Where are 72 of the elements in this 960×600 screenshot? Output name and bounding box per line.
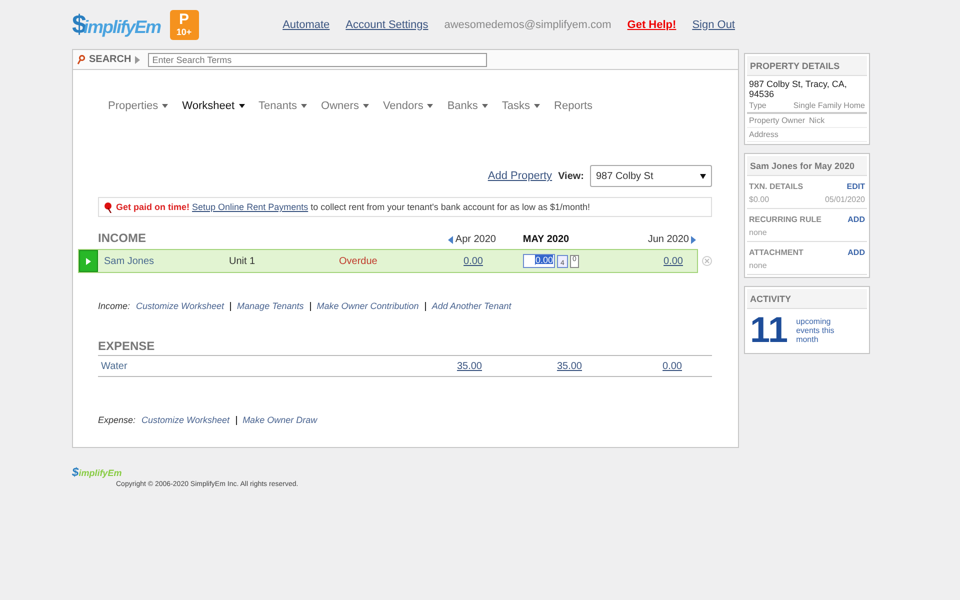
nav-tab[interactable]: Banks: [447, 100, 488, 112]
nav-tab[interactable]: Tenants: [258, 100, 308, 112]
worksheet-link[interactable]: Customize Worksheet: [136, 301, 224, 311]
section-value: none: [749, 228, 767, 237]
expand-icon[interactable]: [79, 250, 98, 272]
section-action-link[interactable]: ADD: [848, 248, 865, 257]
property-select[interactable]: 987 Colby St: [590, 165, 712, 187]
worksheet-link[interactable]: Add Another Tenant: [432, 301, 512, 311]
search-icon: [77, 54, 85, 64]
links-label: Income:: [98, 301, 130, 311]
logo[interactable]: $implifyEm P 10+: [72, 9, 198, 40]
status-label: Overdue: [339, 256, 378, 266]
expense-name: Water: [101, 360, 128, 372]
section-value: none: [749, 261, 767, 270]
section-title: EXPENSE: [98, 339, 156, 353]
header-link[interactable]: Automate: [282, 18, 330, 30]
section-action-link[interactable]: ADD: [848, 215, 865, 224]
setup-payments-link[interactable]: Setup Online Rent Payments: [192, 202, 308, 212]
add-property-link[interactable]: Add Property: [488, 170, 552, 182]
amount-field[interactable]: 0.00: [523, 254, 555, 268]
section-title: RECURRING RULE: [749, 215, 822, 224]
field-value: Nick: [809, 116, 825, 125]
footer-logo: $implifyEm: [72, 465, 123, 479]
view-label: View:: [558, 170, 584, 182]
nav-tab[interactable]: Properties: [108, 100, 168, 112]
caret-icon: [135, 56, 140, 64]
card-title: ACTIVITY: [747, 289, 867, 309]
worksheet-link[interactable]: Customize Worksheet: [142, 415, 230, 425]
event-text: upcoming events this month: [796, 316, 836, 344]
amount-link[interactable]: 0.00: [597, 256, 697, 266]
card-title: Sam Jones for May 2020: [747, 156, 867, 176]
section-value: 05/01/2020: [824, 195, 865, 204]
field-label: Property Owner: [749, 116, 806, 125]
previous-month-icon[interactable]: [448, 236, 454, 244]
links-label: Expense:: [98, 415, 136, 425]
section-value: $0.00: [749, 195, 770, 204]
caret-icon: [700, 174, 706, 178]
worksheet-link[interactable]: Manage Tenants: [237, 301, 304, 311]
section-action-link[interactable]: EDIT: [846, 182, 865, 191]
user-email: awesomedemos@simplifyem.com: [444, 18, 612, 30]
field-label: Type: [749, 101, 766, 110]
pushpin-icon: [103, 202, 113, 212]
section-title: INCOME: [98, 231, 147, 245]
month-header: Apr 2020: [455, 234, 496, 245]
section-title: ATTACHMENT: [749, 248, 804, 257]
header-link[interactable]: Get Help!: [627, 18, 676, 30]
next-month-icon[interactable]: [691, 236, 696, 244]
amount-link[interactable]: 0.00: [397, 256, 497, 266]
amount-link[interactable]: 35.00: [496, 360, 596, 372]
search-field[interactable]: Enter Search Terms: [148, 52, 488, 66]
tenant-name: Sam Jones: [104, 256, 154, 266]
event-count: 11: [750, 312, 788, 348]
nav-tab[interactable]: Tasks: [502, 100, 540, 112]
month-header: Jun 2020: [648, 234, 689, 245]
nav-tab[interactable]: Reports: [554, 100, 593, 112]
amount-link[interactable]: 35.00: [396, 360, 496, 372]
month-header: MAY 2020: [522, 234, 570, 245]
worksheet-link[interactable]: Make Owner Draw: [242, 415, 318, 425]
header-link[interactable]: Account Settings: [346, 18, 428, 30]
nav-tab[interactable]: Vendors: [382, 100, 434, 112]
field-label: Address: [749, 130, 778, 139]
worksheet-link[interactable]: Make Owner Contribution: [316, 301, 419, 311]
section-title: TXN. DETAILS: [749, 182, 804, 191]
nav-tab[interactable]: Owners: [321, 100, 369, 112]
unit-label: Unit 1: [229, 256, 256, 266]
property-address: 987 Colby St, Tracy, CA, 94536: [748, 78, 848, 99]
search-label: SEARCH: [89, 54, 132, 65]
card-title: PROPERTY DETAILS: [747, 56, 867, 76]
amount-link[interactable]: 0.00: [596, 360, 696, 372]
promo-text: Get paid on time! Setup Online Rent Payments to collect rent from your tenant's bank account for as low as $1/month!: [116, 202, 590, 212]
nav-tab[interactable]: Worksheet: [182, 100, 245, 112]
header-link[interactable]: Sign Out: [692, 18, 735, 30]
